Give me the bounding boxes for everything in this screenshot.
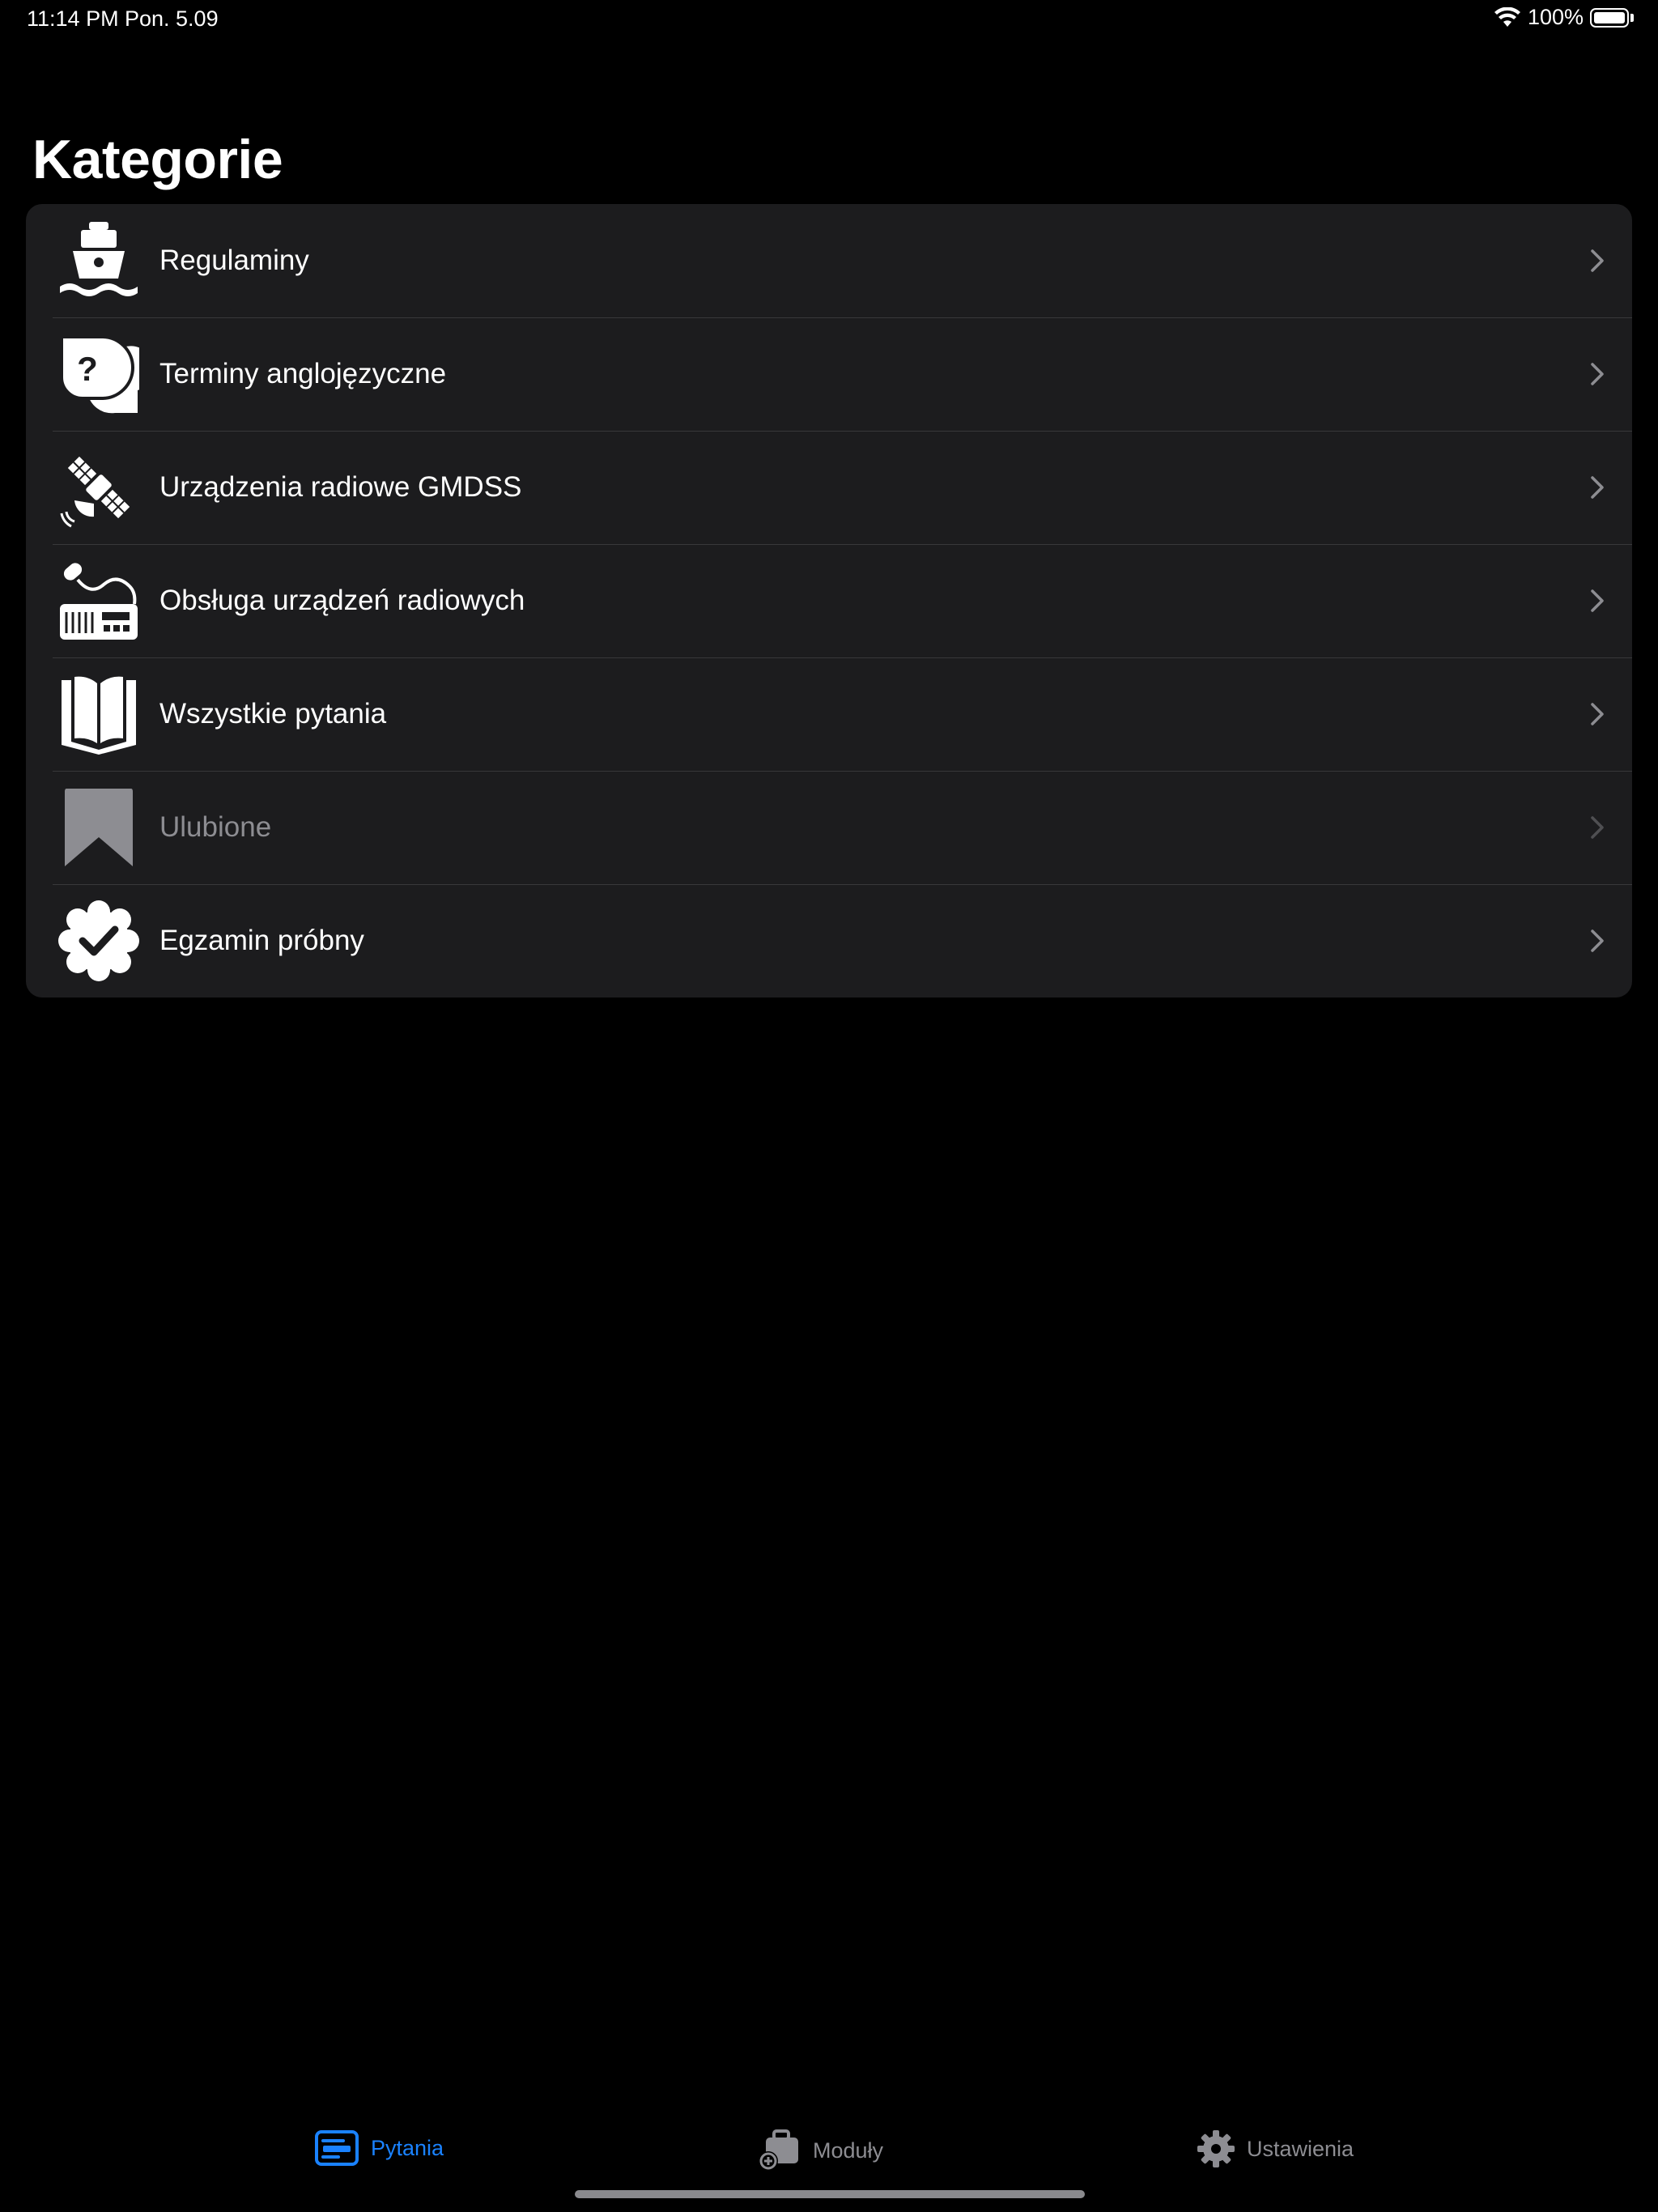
chevron-right-icon [1591, 249, 1604, 272]
tab-moduly[interactable]: Moduły [758, 2129, 883, 2172]
status-date: Pon. 5.09 [125, 6, 219, 31]
category-row-urzadzenia[interactable]: Urządzenia radiowe GMDSS [26, 431, 1632, 544]
bookmark-icon [58, 787, 139, 868]
ship-icon [58, 220, 139, 301]
category-row-ulubione[interactable]: Ulubione [26, 771, 1632, 884]
wifi-icon [1494, 6, 1520, 27]
gear-icon [1197, 2130, 1235, 2167]
open-book-icon [58, 674, 139, 755]
category-label: Egzamin próbny [159, 925, 364, 956]
chevron-right-icon [1591, 476, 1604, 499]
category-label: Terminy anglojęzyczne [159, 358, 447, 389]
category-row-regulaminy[interactable]: Regulaminy [26, 204, 1632, 317]
tab-ustawienia[interactable]: Ustawienia [1197, 2129, 1354, 2168]
category-list: Regulaminy ? Terminy anglojęzyczne Urząd… [26, 204, 1632, 998]
category-label: Regulaminy [159, 245, 309, 276]
questions-list-icon [315, 2130, 359, 2166]
radio-microphone-icon [58, 560, 139, 641]
chevron-right-icon [1591, 589, 1604, 612]
chevron-right-icon [1591, 363, 1604, 385]
chevron-right-icon [1591, 703, 1604, 725]
category-row-wszystkie[interactable]: Wszystkie pytania [26, 657, 1632, 771]
category-row-terminy[interactable]: ? Terminy anglojęzyczne [26, 317, 1632, 431]
category-label: Obsługa urządzeń radiowych [159, 585, 525, 616]
category-row-obsluga[interactable]: Obsługa urządzeń radiowych [26, 544, 1632, 657]
badge-check-icon [58, 900, 139, 981]
briefcase-add-icon [759, 2129, 798, 2171]
category-label: Wszystkie pytania [159, 698, 387, 730]
chevron-right-icon [1591, 816, 1604, 839]
category-label: Ulubione [159, 811, 272, 843]
category-row-egzamin[interactable]: Egzamin próbny [26, 884, 1632, 998]
status-time: 11:14 PM [27, 6, 119, 31]
chevron-right-icon [1591, 929, 1604, 952]
svg-text:?: ? [77, 350, 98, 388]
battery-percent: 100% [1527, 5, 1584, 29]
tab-label: Pytania [371, 2135, 444, 2160]
status-bar: 11:14 PM Pon. 5.09 100% [0, 0, 1658, 39]
category-label: Urządzenia radiowe GMDSS [159, 471, 522, 503]
home-indicator[interactable] [575, 2190, 1085, 2198]
tab-pytania[interactable]: Pytania [314, 2129, 444, 2167]
tab-label: Ustawienia [1247, 2136, 1354, 2161]
page-title: Kategorie [32, 129, 283, 190]
satellite-icon [58, 447, 139, 528]
battery-tip [1630, 13, 1634, 22]
status-indicators: 100% [1494, 5, 1634, 30]
tab-label: Moduły [813, 2138, 884, 2163]
battery-icon [1590, 7, 1629, 28]
question-bubbles-icon: ? [58, 334, 139, 415]
